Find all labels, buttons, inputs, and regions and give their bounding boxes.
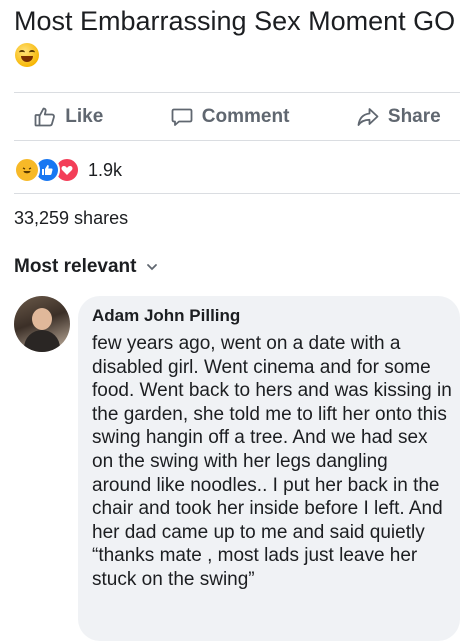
laughing-emoji-icon [15, 43, 39, 67]
shares-count[interactable]: 33,259 shares [14, 208, 128, 229]
post-text: Most Embarrassing Sex Moment GO [14, 4, 464, 72]
comment-icon [171, 108, 193, 126]
comment-author[interactable]: Adam John Pilling [92, 306, 240, 326]
post-text-content: Most Embarrassing Sex Moment GO [14, 6, 456, 36]
like-button[interactable]: Like [33, 105, 103, 129]
like-label: Like [65, 106, 104, 127]
sort-label: Most relevant [14, 256, 137, 277]
divider [14, 193, 460, 194]
reaction-count: 1.9k [88, 159, 123, 180]
avatar[interactable] [14, 296, 70, 352]
haha-icon [14, 157, 40, 183]
share-label: Share [387, 106, 441, 127]
post-actions-bar: Like Comment Share [0, 100, 474, 134]
divider [14, 140, 460, 141]
share-button[interactable]: Share [356, 105, 441, 129]
chevron-down-icon [147, 264, 158, 271]
comment-sort-dropdown[interactable]: Most relevant [14, 256, 158, 278]
comment-bubble: Adam John Pilling few years ago, went on… [78, 296, 460, 641]
thumbs-up-icon [34, 107, 56, 127]
comment-button[interactable]: Comment [170, 105, 290, 129]
reactions-summary[interactable]: 1.9k [14, 155, 122, 185]
comment-label: Comment [201, 106, 290, 127]
divider [14, 92, 460, 93]
share-arrow-icon [357, 108, 379, 126]
comment-text: few years ago, went on a date with a dis… [92, 333, 452, 590]
